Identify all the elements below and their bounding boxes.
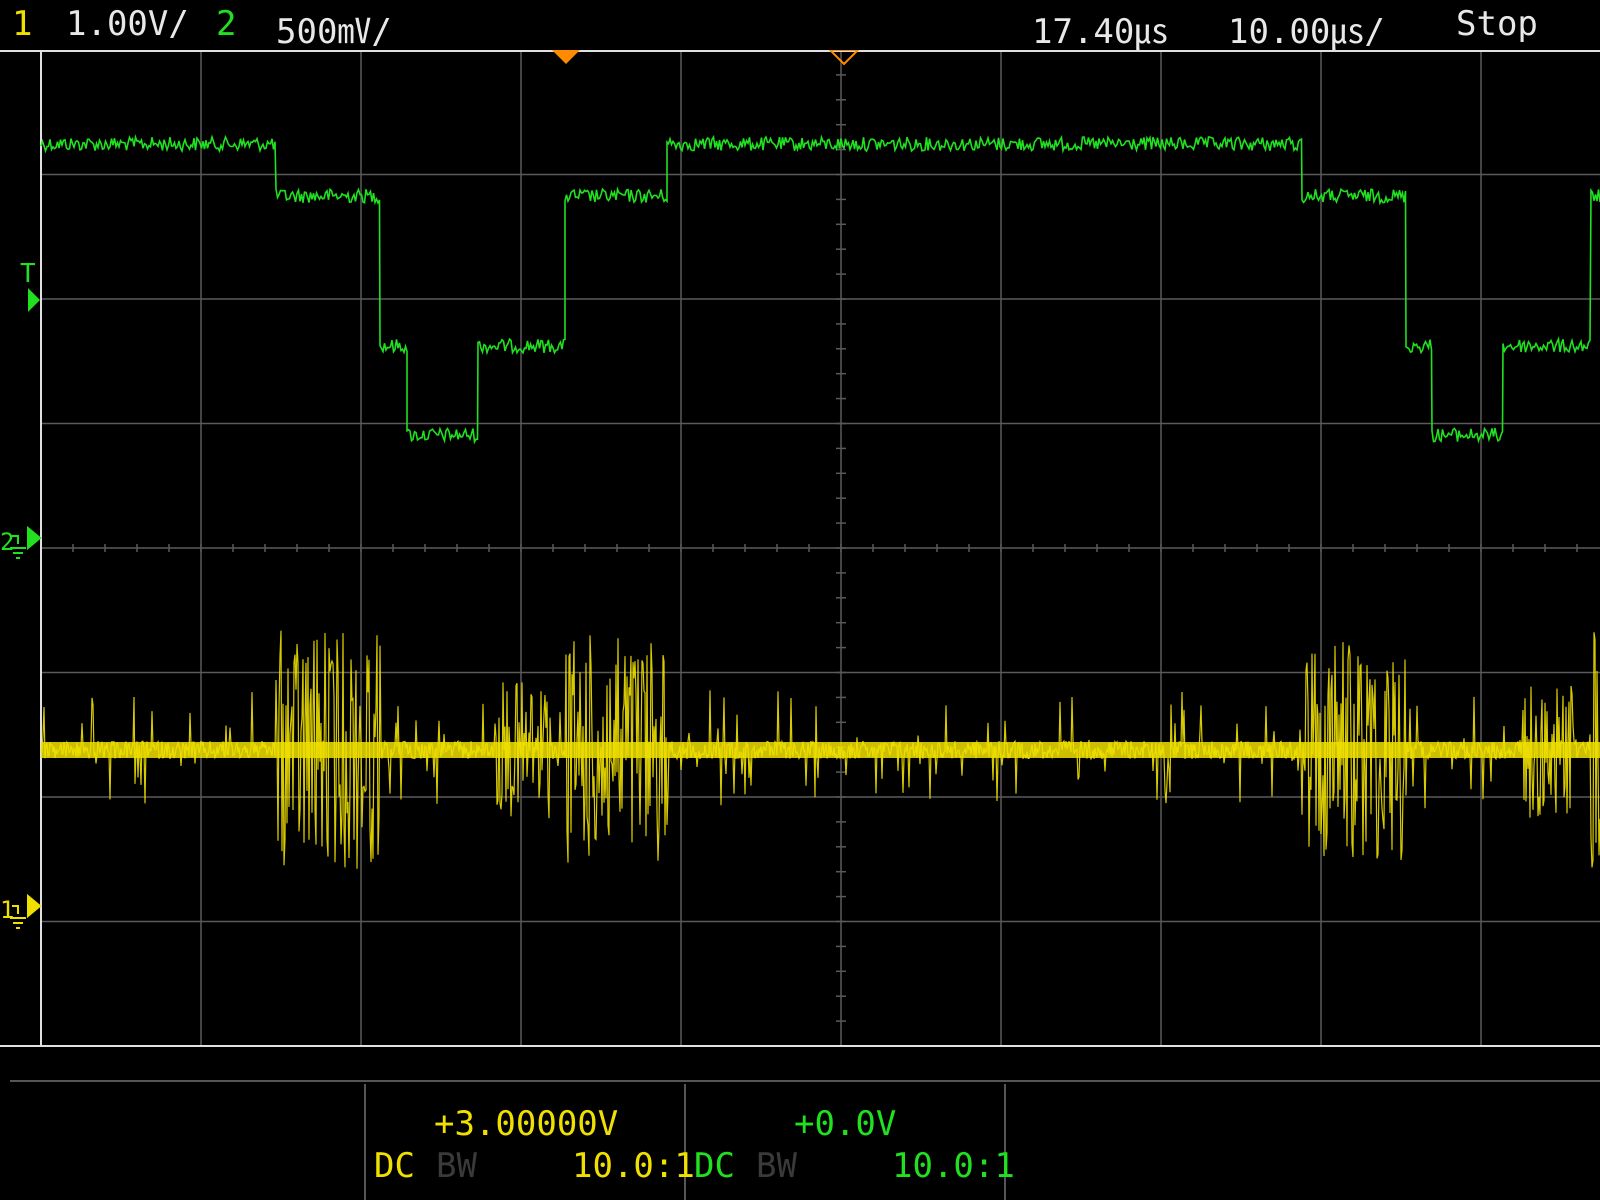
ch2-vertical-scale[interactable]: 500㎷/ <box>276 4 392 53</box>
ch2-waveform <box>40 134 1600 445</box>
status-header: 1 1.00V/ 2 500㎷/ 17.40㎲ 10.00㎲/ Stop <box>0 0 1600 53</box>
ch1-baseline-band <box>41 742 1600 758</box>
ch2-trace-line <box>40 134 1600 445</box>
run-state[interactable]: Stop <box>1456 4 1538 44</box>
delay-reference-marker[interactable] <box>828 50 860 66</box>
footer-divider <box>10 1080 1600 1082</box>
ch1-coupling[interactable]: DC <box>374 1146 415 1186</box>
ch1-bandwidth-limit[interactable]: BW <box>436 1146 477 1186</box>
ch1-waveform <box>40 630 1600 869</box>
ch2-ground-icon[interactable] <box>10 525 42 559</box>
ch2-ground-label: 2 <box>0 528 14 556</box>
trigger-level-marker[interactable] <box>28 288 40 312</box>
ch2-probe-ratio[interactable]: 10.0:1 <box>892 1146 1015 1186</box>
ch1-offset[interactable]: +3.00000V <box>434 1104 618 1144</box>
ch1-number[interactable]: 1 <box>12 4 32 44</box>
footer-separator <box>364 1084 366 1200</box>
ch2-offset[interactable]: +0.0V <box>794 1104 896 1144</box>
trigger-level-label: T <box>20 259 36 289</box>
ch1-ground-icon[interactable] <box>10 893 42 929</box>
channel-info-footer: +3.00000V DC BW 10.0:1 +0.0V DC BW 10.0:… <box>0 1048 1600 1200</box>
ch2-coupling[interactable]: DC <box>694 1146 735 1186</box>
ch2-number[interactable]: 2 <box>216 4 236 44</box>
ch1-vertical-scale[interactable]: 1.00V/ <box>66 4 189 44</box>
time-delay[interactable]: 17.40㎲ <box>1032 4 1168 53</box>
time-scale[interactable]: 10.00㎲/ <box>1228 4 1385 53</box>
ch2-bandwidth-limit[interactable]: BW <box>756 1146 797 1186</box>
ch1-probe-ratio[interactable]: 10.0:1 <box>572 1146 695 1186</box>
trigger-position-marker[interactable] <box>552 50 580 64</box>
ch1-ground-label: 1 <box>0 896 14 924</box>
waveform-display[interactable]: T 2 1 <box>0 50 1600 1048</box>
